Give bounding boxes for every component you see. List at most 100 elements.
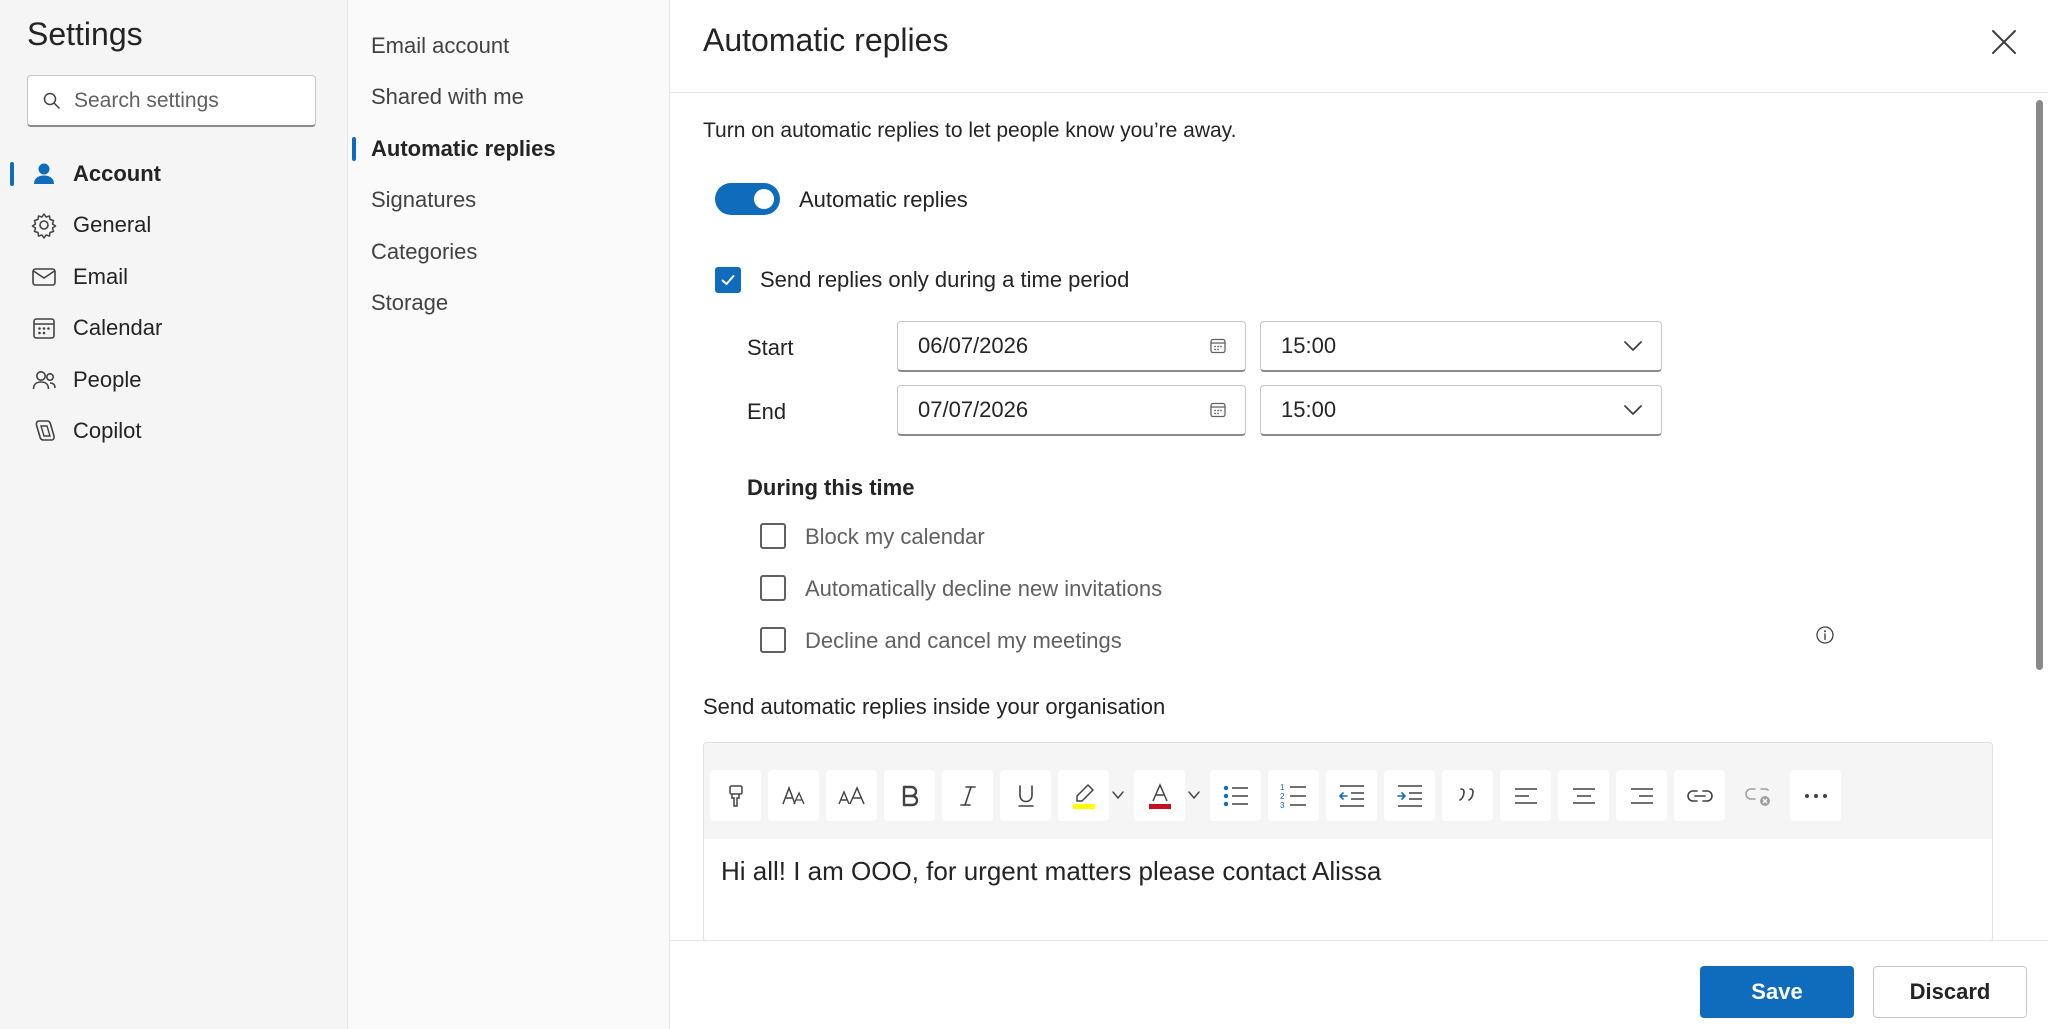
chevron-down-icon xyxy=(1624,405,1642,415)
decrease-indent-icon xyxy=(1338,784,1364,807)
account-subnav-pane: Email account Shared with me Automatic r… xyxy=(348,0,670,1029)
more-icon xyxy=(1804,793,1827,798)
quote-button[interactable] xyxy=(1442,770,1493,821)
subnav-item-shared-with-me[interactable]: Shared with me xyxy=(348,72,669,124)
start-date-value: 06/07/2026 xyxy=(918,333,1029,358)
end-date-field[interactable]: 07/07/2026 xyxy=(897,385,1246,436)
subnav-item-categories[interactable]: Categories xyxy=(348,226,669,278)
remove-link-button[interactable] xyxy=(1732,770,1783,821)
format-painter-icon xyxy=(728,784,743,807)
search-input[interactable] xyxy=(74,88,304,113)
reply-message-text[interactable]: Hi all! I am OOO, for urgent matters ple… xyxy=(721,856,1381,887)
gear-icon xyxy=(31,213,57,239)
start-label: Start xyxy=(747,335,794,360)
italic-button[interactable] xyxy=(942,770,993,821)
settings-title: Settings xyxy=(27,16,143,52)
settings-nav-list: Account General Email Calendar People Co… xyxy=(0,148,348,457)
mail-icon xyxy=(32,267,56,286)
end-date-value: 07/07/2026 xyxy=(918,397,1029,422)
scrollbar-thumb[interactable] xyxy=(2036,100,2043,670)
info-icon[interactable] xyxy=(1815,625,1835,645)
toggle-label: Automatic replies xyxy=(799,187,968,212)
nav-item-copilot[interactable]: Copilot xyxy=(0,406,348,458)
underline-icon xyxy=(1017,784,1034,807)
end-label: End xyxy=(747,399,787,424)
calendar-picker-icon xyxy=(1210,338,1226,354)
settings-nav-pane: Settings Account General Email Calendar … xyxy=(0,0,348,1029)
nav-item-label: People xyxy=(73,366,142,392)
more-options-button[interactable] xyxy=(1790,770,1841,821)
bold-icon xyxy=(902,785,918,806)
intro-text: Turn on automatic replies to let people … xyxy=(703,119,1237,142)
start-date-field[interactable]: 06/07/2026 xyxy=(897,321,1246,372)
nav-item-general[interactable]: General xyxy=(0,200,348,252)
search-settings-box[interactable] xyxy=(27,75,316,127)
chevron-down-icon[interactable] xyxy=(1187,788,1201,802)
link-icon xyxy=(1686,789,1713,802)
toggle-knob xyxy=(754,189,774,209)
discard-button[interactable]: Discard xyxy=(1873,966,2027,1018)
increase-indent-icon xyxy=(1396,784,1422,807)
checkmark-icon xyxy=(721,275,735,285)
font-icon xyxy=(781,785,805,804)
reply-message-editor[interactable]: 123 Hi all! I am OOO, for urgent matters… xyxy=(703,742,1993,942)
end-time-value: 15:00 xyxy=(1281,397,1337,422)
align-left-button[interactable] xyxy=(1500,770,1551,821)
time-period-label: Send replies only during a time period xyxy=(760,267,1130,292)
numbering-button[interactable]: 123 xyxy=(1268,770,1319,821)
highlighter-icon xyxy=(1072,783,1095,809)
decline-invitations-checkbox[interactable] xyxy=(760,575,786,601)
block-calendar-checkbox[interactable] xyxy=(760,523,786,549)
increase-indent-button[interactable] xyxy=(1384,770,1435,821)
nav-item-label: Copilot xyxy=(73,418,142,444)
inside-org-label: Send automatic replies inside your organ… xyxy=(703,694,1166,719)
nav-item-email[interactable]: Email xyxy=(0,251,348,303)
subnav-item-email-account[interactable]: Email account xyxy=(348,20,669,72)
bold-button[interactable] xyxy=(884,770,935,821)
block-calendar-label: Block my calendar xyxy=(805,524,985,549)
chevron-down-icon[interactable] xyxy=(1111,788,1125,802)
nav-item-label: Calendar xyxy=(73,315,163,341)
font-button[interactable] xyxy=(768,770,819,821)
bulleted-list-icon xyxy=(1223,785,1248,806)
format-painter-button[interactable] xyxy=(710,770,761,821)
subnav-item-automatic-replies[interactable]: Automatic replies xyxy=(348,123,669,175)
chevron-down-icon xyxy=(1624,341,1642,351)
calendar-picker-icon xyxy=(1210,402,1226,418)
align-center-button[interactable] xyxy=(1558,770,1609,821)
nav-item-account[interactable]: Account xyxy=(0,148,348,200)
copilot-icon xyxy=(35,420,55,442)
svg-text:2: 2 xyxy=(1280,792,1285,801)
start-time-value: 15:00 xyxy=(1281,333,1337,358)
during-this-time-heading: During this time xyxy=(747,475,915,500)
bullets-button[interactable] xyxy=(1210,770,1261,821)
time-period-checkbox[interactable] xyxy=(715,267,741,293)
cancel-meetings-checkbox[interactable] xyxy=(760,627,786,653)
subnav-item-storage[interactable]: Storage xyxy=(348,278,669,330)
font-size-button[interactable] xyxy=(826,770,877,821)
decrease-indent-button[interactable] xyxy=(1326,770,1377,821)
underline-button[interactable] xyxy=(1000,770,1051,821)
people-icon xyxy=(32,370,56,389)
start-time-dropdown[interactable]: 15:00 xyxy=(1260,321,1662,372)
person-icon xyxy=(34,163,54,184)
scrollbar[interactable] xyxy=(2032,95,2046,940)
nav-item-calendar[interactable]: Calendar xyxy=(0,303,348,355)
highlight-button[interactable] xyxy=(1058,770,1109,821)
save-button[interactable]: Save xyxy=(1700,966,1854,1018)
italic-icon xyxy=(959,785,976,806)
end-time-dropdown[interactable]: 15:00 xyxy=(1260,385,1662,436)
nav-item-label: General xyxy=(73,212,152,238)
automatic-replies-panel: Automatic replies Turn on automatic repl… xyxy=(670,0,2048,1029)
close-button[interactable] xyxy=(1982,20,2026,64)
nav-item-people[interactable]: People xyxy=(0,354,348,406)
calendar-icon xyxy=(33,318,55,340)
account-subnav-list: Email account Shared with me Automatic r… xyxy=(348,20,669,329)
subnav-item-signatures[interactable]: Signatures xyxy=(348,175,669,227)
quote-icon xyxy=(1458,787,1474,801)
automatic-replies-toggle[interactable] xyxy=(715,183,780,215)
insert-link-button[interactable] xyxy=(1674,770,1725,821)
font-color-button[interactable] xyxy=(1134,770,1185,821)
page-title: Automatic replies xyxy=(703,22,949,58)
align-right-button[interactable] xyxy=(1616,770,1667,821)
